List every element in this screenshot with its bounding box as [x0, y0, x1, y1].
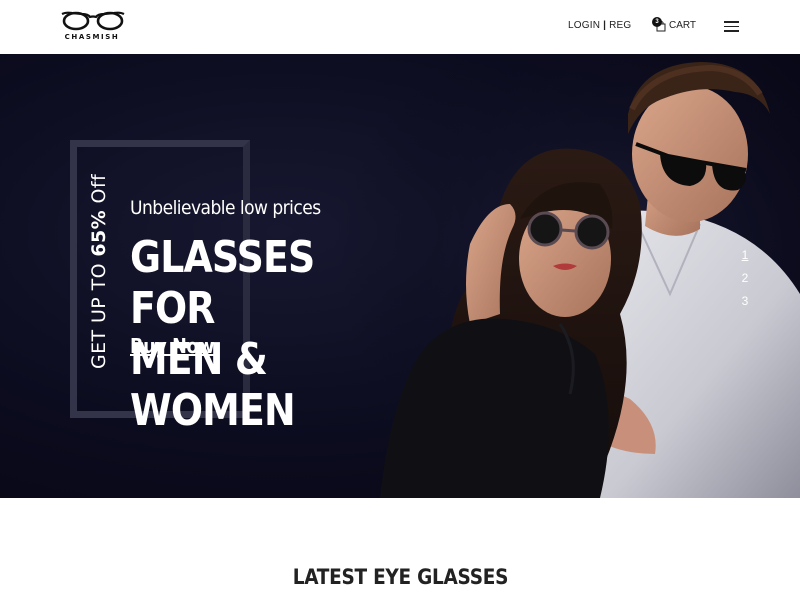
hero-title-line1: GLASSES FOR — [130, 232, 315, 334]
login-link[interactable]: LOGIN — [568, 20, 600, 31]
slide-3-button[interactable]: 3 — [737, 290, 753, 313]
promo-suffix: Off — [88, 173, 110, 210]
promo-highlight: 65% — [88, 209, 110, 257]
hero-subtitle: Unbelievable low prices — [130, 197, 321, 219]
buy-now-button[interactable]: Buy Now — [130, 334, 215, 358]
separator: | — [603, 20, 607, 31]
brand-logo[interactable]: CHASMISH — [60, 10, 126, 44]
site-header: CHASMISH LOGIN | REG 3 CART — [0, 0, 800, 54]
promo-vertical-text: GET UP TO 65% Off — [88, 174, 112, 498]
hero-banner: GET UP TO 65% Off Unbelievable low price… — [0, 54, 800, 498]
hamburger-icon[interactable] — [724, 20, 740, 32]
cart-label: CART — [669, 20, 697, 31]
slider-pagination: 1 2 3 — [737, 244, 753, 313]
brand-name: CHASMISH — [64, 33, 120, 41]
glasses-logo-icon — [61, 11, 125, 31]
slide-2-button[interactable]: 2 — [737, 267, 753, 290]
promo-prefix: GET UP TO — [88, 256, 110, 369]
cart-button[interactable]: 3 CART — [652, 16, 704, 36]
login-register-link[interactable]: LOGIN | REG — [568, 20, 631, 31]
slide-1-button[interactable]: 1 — [737, 244, 753, 267]
section-title: LATEST EYE GLASSES — [0, 565, 800, 589]
cart-count-badge: 3 — [652, 17, 662, 27]
section-title-text: LATEST EYE GLASSES — [292, 565, 508, 589]
register-link[interactable]: REG — [609, 20, 631, 31]
